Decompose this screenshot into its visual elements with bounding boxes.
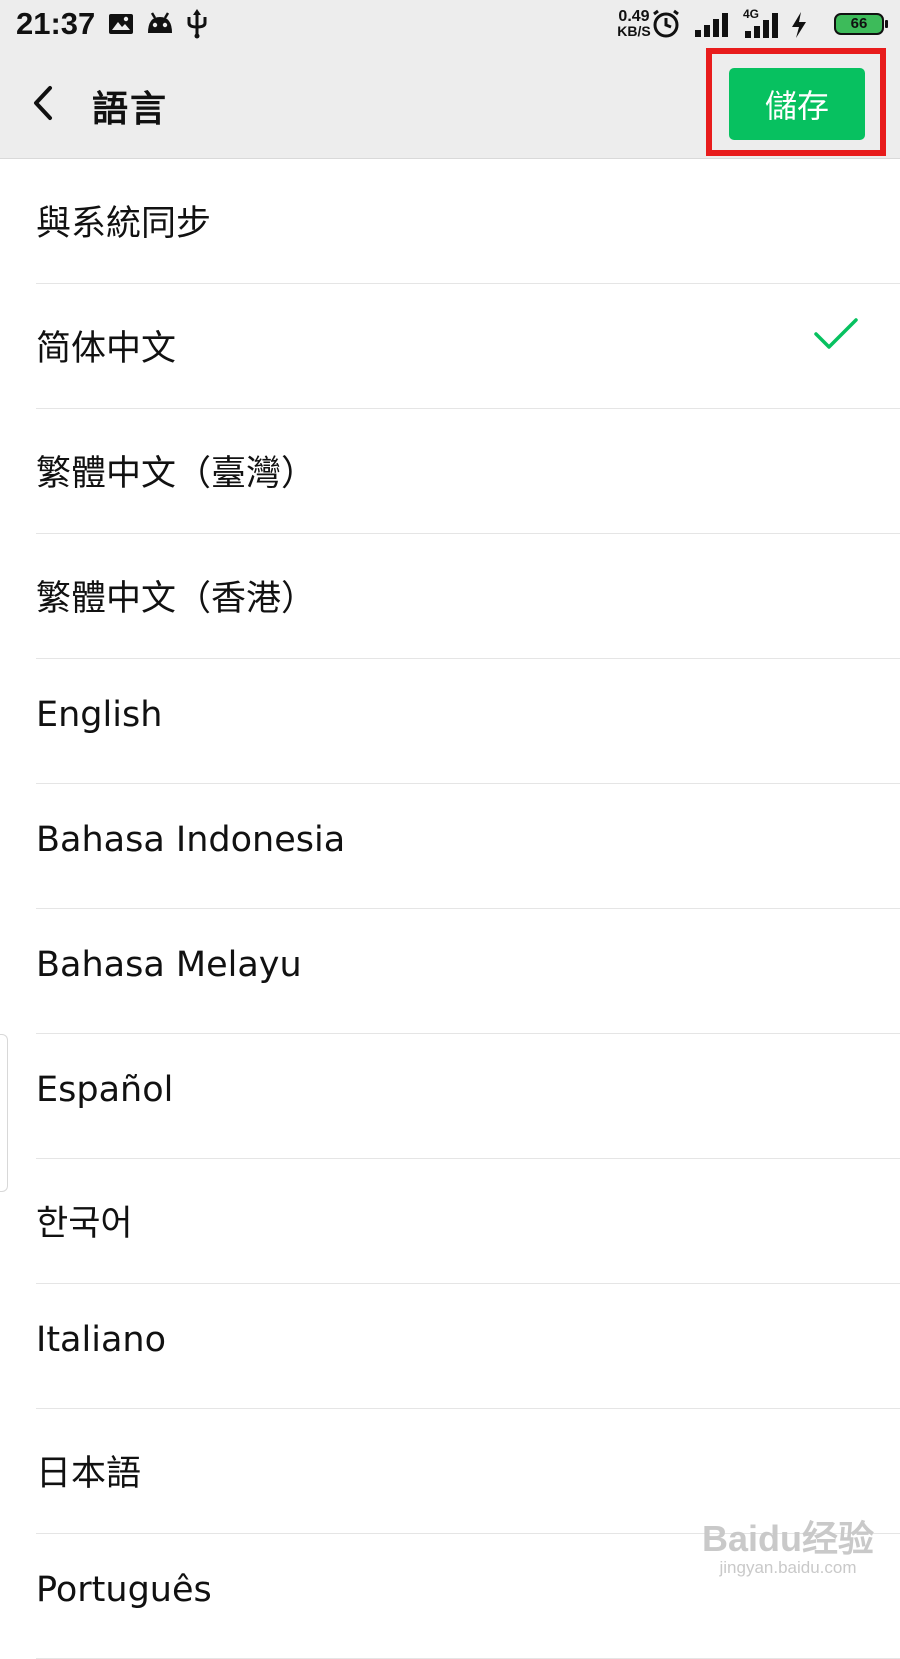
page-title: 語言	[92, 89, 169, 130]
language-label: Español	[36, 1070, 174, 1110]
language-label: 日本語	[36, 1454, 142, 1494]
usb-icon	[186, 9, 208, 43]
battery-icon: 66	[834, 13, 888, 35]
alarm-icon	[650, 9, 682, 43]
check-icon	[812, 314, 860, 358]
signal-4g-icon: 4G	[742, 7, 782, 43]
language-item-traditional-chinese-taiwan[interactable]: 繁體中文（臺灣）	[0, 409, 900, 534]
language-label: Italiano	[36, 1320, 166, 1360]
language-label: Bahasa Melayu	[36, 945, 302, 985]
status-bar: 21:37 0.49 KB/S 4G 66	[0, 0, 900, 50]
android-icon	[146, 11, 174, 39]
language-label: 繁體中文（臺灣）	[36, 454, 317, 494]
language-item-bahasa-indonesia[interactable]: Bahasa Indonesia	[0, 784, 900, 909]
language-label: Português	[36, 1570, 212, 1610]
language-item-korean[interactable]: 한국어	[0, 1159, 900, 1284]
language-label: 繁體中文（香港）	[36, 579, 317, 619]
status-time: 21:37	[16, 6, 96, 41]
language-item-traditional-chinese-hongkong[interactable]: 繁體中文（香港）	[0, 534, 900, 659]
chevron-left-icon	[34, 86, 52, 120]
language-label: Bahasa Indonesia	[36, 820, 346, 860]
watermark-logo: Baidu经验	[701, 1518, 874, 1559]
language-label: 简体中文	[36, 329, 177, 369]
language-label: 與系統同步	[36, 204, 212, 244]
charging-icon	[790, 12, 808, 42]
language-list: 與系統同步 简体中文 繁體中文（臺灣） 繁體中文（香港） English Bah…	[0, 159, 900, 1659]
battery-level: 66	[850, 15, 868, 32]
language-label: 한국어	[36, 1204, 133, 1244]
signal-icon	[694, 12, 730, 42]
network-type-label: 4G	[743, 7, 759, 21]
language-item-japanese[interactable]: 日本語	[0, 1409, 900, 1534]
language-item-bahasa-melayu[interactable]: Bahasa Melayu	[0, 909, 900, 1034]
watermark-url: jingyan.baidu.com	[719, 1558, 857, 1577]
header-bar: 語言 儲存	[0, 48, 900, 159]
language-label: English	[36, 695, 163, 735]
language-item-simplified-chinese[interactable]: 简体中文	[0, 284, 900, 409]
back-button[interactable]	[22, 72, 78, 132]
save-button[interactable]: 儲存	[729, 68, 865, 140]
side-drawer-handle[interactable]	[0, 1034, 8, 1192]
language-item-italiano[interactable]: Italiano	[0, 1284, 900, 1409]
language-item-espanol[interactable]: Español	[0, 1034, 900, 1159]
watermark: Baidu经验 jingyan.baidu.com	[688, 1520, 888, 1578]
image-notification-icon	[108, 13, 134, 39]
language-item-system[interactable]: 與系統同步	[0, 159, 900, 284]
language-item-english[interactable]: English	[0, 659, 900, 784]
